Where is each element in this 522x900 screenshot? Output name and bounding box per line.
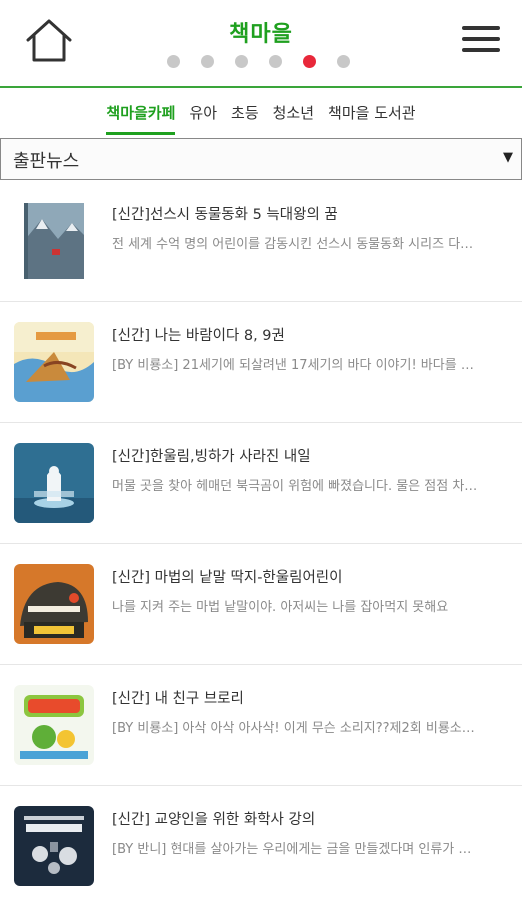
news-description: 머물 곳을 찾아 헤매던 북극곰이 위험에 빠졌습니다. 물은 점점 차오르고 xyxy=(112,479,478,494)
book-cover-image xyxy=(14,806,94,886)
news-title: [신간] 교양인을 위한 화학사 강의 xyxy=(112,812,316,828)
news-item[interactable]: [신간]한울림,빙하가 사라진 내일 머물 곳을 찾아 헤매던 북극곰이 위험에… xyxy=(0,423,522,544)
tab-library[interactable]: 책마을 도서관 xyxy=(328,102,416,132)
category-select-value: 출판뉴스 xyxy=(13,151,80,172)
book-cover-image xyxy=(14,443,94,523)
news-description: 전 세계 수억 명의 어린이를 감동시킨 선스시 동물동화 시리즈 다섯 번째 xyxy=(112,237,478,252)
category-tabs: 책마을카페 유아 초등 청소년 책마을 도서관 xyxy=(0,90,522,135)
news-description: [BY 반니] 현대를 살아가는 우리에게는 금을 만들겠다며 인류가 쌓아온 xyxy=(112,842,478,857)
news-item[interactable]: [신간]선스시 동물동화 5 늑대왕의 꿈 전 세계 수억 명의 어린이를 감동… xyxy=(0,181,522,302)
news-title: [신간]선스시 동물동화 5 늑대왕의 꿈 xyxy=(112,207,338,223)
book-cover-image xyxy=(14,564,94,644)
page-dot[interactable] xyxy=(269,55,282,68)
news-list: [신간]선스시 동물동화 5 늑대왕의 꿈 전 세계 수억 명의 어린이를 감동… xyxy=(0,181,522,900)
app-title: 책마을 xyxy=(229,22,293,47)
news-title: [신간] 나는 바람이다 8, 9권 xyxy=(112,328,285,344)
dropdown-arrow-icon: ▼ xyxy=(503,150,513,165)
tab-infant[interactable]: 유아 xyxy=(189,102,217,132)
book-cover-image xyxy=(14,201,94,281)
news-title: [신간] 마법의 낱말 딱지-한울림어린이 xyxy=(112,570,343,586)
page-dot[interactable] xyxy=(235,55,248,68)
news-item[interactable]: [신간] 나는 바람이다 8, 9권 [BY 비룡소] 21세기에 되살려낸 1… xyxy=(0,302,522,423)
hamburger-menu-icon xyxy=(462,26,500,52)
page-dot-active[interactable] xyxy=(303,55,316,68)
page-dot[interactable] xyxy=(201,55,214,68)
news-description: 나를 지켜 주는 마법 낱말이야. 아저씨는 나를 잡아먹지 못해요 xyxy=(112,600,449,615)
category-select[interactable]: 출판뉴스 ▼ xyxy=(0,138,522,180)
news-description: [BY 비룡소] 아삭 아삭 아사삭! 이게 무슨 소리지??제2회 비룡소 문… xyxy=(112,721,478,736)
news-item[interactable]: [신간] 내 친구 브로리 [BY 비룡소] 아삭 아삭 아사삭! 이게 무슨 … xyxy=(0,665,522,786)
news-title: [신간] 내 친구 브로리 xyxy=(112,691,244,707)
menu-button[interactable] xyxy=(462,26,500,56)
page-dot[interactable] xyxy=(167,55,180,68)
book-cover-image xyxy=(14,322,94,402)
news-title: [신간]한울림,빙하가 사라진 내일 xyxy=(112,449,311,465)
tab-teen[interactable]: 청소년 xyxy=(273,102,314,132)
book-cover-image xyxy=(14,685,94,765)
tab-cafe[interactable]: 책마을카페 xyxy=(106,102,176,135)
page-dot[interactable] xyxy=(337,55,350,68)
tab-elementary[interactable]: 초등 xyxy=(231,102,259,132)
news-description: [BY 비룡소] 21세기에 되살려낸 17세기의 바다 이야기! 바다를 향한… xyxy=(112,358,478,373)
page-indicator xyxy=(167,55,350,69)
news-item[interactable]: [신간] 교양인을 위한 화학사 강의 [BY 반니] 현대를 살아가는 우리에… xyxy=(0,786,522,900)
app-header: 책마을 xyxy=(0,0,522,88)
news-item[interactable]: [신간] 마법의 낱말 딱지-한울림어린이 나를 지켜 주는 마법 낱말이야. … xyxy=(0,544,522,665)
